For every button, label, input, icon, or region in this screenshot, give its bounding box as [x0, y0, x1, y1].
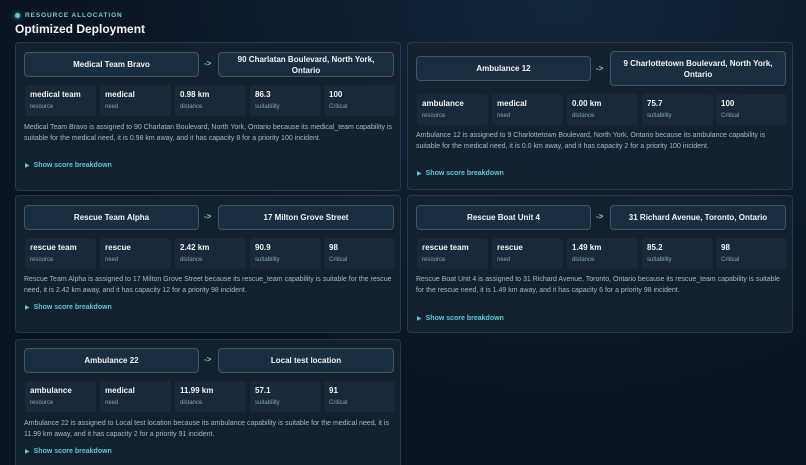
stat-need: medical need: [492, 94, 563, 125]
stat-resource: ambulance resource: [25, 381, 96, 412]
stat-distance: 0.98 km distance: [175, 85, 246, 116]
expand-triangle-icon: ▶: [417, 171, 422, 177]
assignment-description: Rescue Boat Unit 4 is assigned to 31 Ric…: [416, 276, 780, 294]
expand-triangle-icon: ▶: [25, 163, 30, 169]
deployment-card: Rescue Boat Unit 4 -> 31 Richard Avenue,…: [407, 195, 793, 333]
stat-priority: 98 Critical: [716, 238, 787, 269]
arrow-icon: ->: [204, 59, 212, 68]
stat-priority: 100 Critical: [716, 94, 787, 125]
stat-suitability: 86.3 suitability: [250, 85, 321, 116]
expand-triangle-icon: ▶: [417, 316, 422, 322]
stat-distance: 11.99 km distance: [175, 381, 246, 412]
stat-need: medical need: [100, 85, 171, 116]
stat-resource: medical team resource: [25, 85, 96, 116]
stat-priority: 91 Critical: [324, 381, 395, 412]
arrow-icon: ->: [596, 212, 604, 221]
resource-name-pill: Rescue Team Alpha: [24, 205, 199, 230]
score-breakdown-toggle[interactable]: ▶ Show score breakdown: [25, 448, 112, 455]
stat-resource: rescue team resource: [417, 238, 488, 269]
page-header: RESOURCE ALLOCATION Optimized Deployment: [15, 12, 145, 36]
stat-distance: 2.42 km distance: [175, 238, 246, 269]
stat-priority: 98 Critical: [324, 238, 395, 269]
stat-need: rescue need: [492, 238, 563, 269]
stat-suitability: 90.9 suitability: [250, 238, 321, 269]
location-pill: 9 Charlottetown Boulevard, North York, O…: [610, 51, 786, 86]
arrow-icon: ->: [204, 212, 212, 221]
expand-triangle-icon: ▶: [25, 305, 30, 311]
assignment-description: Medical Team Bravo is assigned to 90 Cha…: [24, 124, 392, 142]
score-breakdown-toggle[interactable]: ▶ Show score breakdown: [25, 162, 112, 169]
stat-suitability: 85.2 suitability: [642, 238, 713, 269]
location-pill: 90 Charlatan Boulevard, North York, Onta…: [218, 52, 394, 77]
deployment-card: Ambulance 22 -> Local test location ambu…: [15, 339, 401, 465]
resource-name-pill: Ambulance 12: [416, 56, 591, 81]
section-eyebrow: RESOURCE ALLOCATION: [15, 12, 145, 19]
deployment-card: Ambulance 12 -> 9 Charlottetown Boulevar…: [407, 42, 793, 190]
score-breakdown-toggle[interactable]: ▶ Show score breakdown: [417, 315, 504, 322]
assignment-description: Ambulance 12 is assigned to 9 Charlottet…: [416, 132, 766, 150]
eyebrow-label: RESOURCE ALLOCATION: [25, 12, 123, 19]
resource-name-pill: Ambulance 22: [24, 348, 199, 373]
deployment-card: Rescue Team Alpha -> 17 Milton Grove Str…: [15, 195, 401, 333]
resource-name-pill: Rescue Boat Unit 4: [416, 205, 591, 230]
status-dot-icon: [15, 13, 20, 18]
resource-name-pill: Medical Team Bravo: [24, 52, 199, 77]
stat-suitability: 57.1 suitability: [250, 381, 321, 412]
score-breakdown-toggle[interactable]: ▶ Show score breakdown: [417, 170, 504, 177]
assignment-description: Ambulance 22 is assigned to Local test l…: [24, 420, 389, 438]
expand-triangle-icon: ▶: [25, 449, 30, 455]
stat-distance: 1.49 km distance: [567, 238, 638, 269]
stat-suitability: 75.7 suitability: [642, 94, 713, 125]
stat-priority: 100 Critical: [324, 85, 395, 116]
stat-need: rescue need: [100, 238, 171, 269]
deployment-card: Medical Team Bravo -> 90 Charlatan Boule…: [15, 42, 401, 191]
arrow-icon: ->: [596, 64, 604, 73]
location-pill: 17 Milton Grove Street: [218, 205, 394, 230]
assignment-description: Rescue Team Alpha is assigned to 17 Milt…: [24, 276, 392, 294]
page-title: Optimized Deployment: [15, 22, 146, 36]
score-breakdown-toggle[interactable]: ▶ Show score breakdown: [25, 304, 112, 311]
stat-resource: rescue team resource: [25, 238, 96, 269]
stat-distance: 0.00 km distance: [567, 94, 638, 125]
location-pill: Local test location: [218, 348, 394, 373]
stat-need: medical need: [100, 381, 171, 412]
stat-resource: ambulance resource: [417, 94, 488, 125]
arrow-icon: ->: [204, 355, 212, 364]
location-pill: 31 Richard Avenue, Toronto, Ontario: [610, 205, 786, 230]
